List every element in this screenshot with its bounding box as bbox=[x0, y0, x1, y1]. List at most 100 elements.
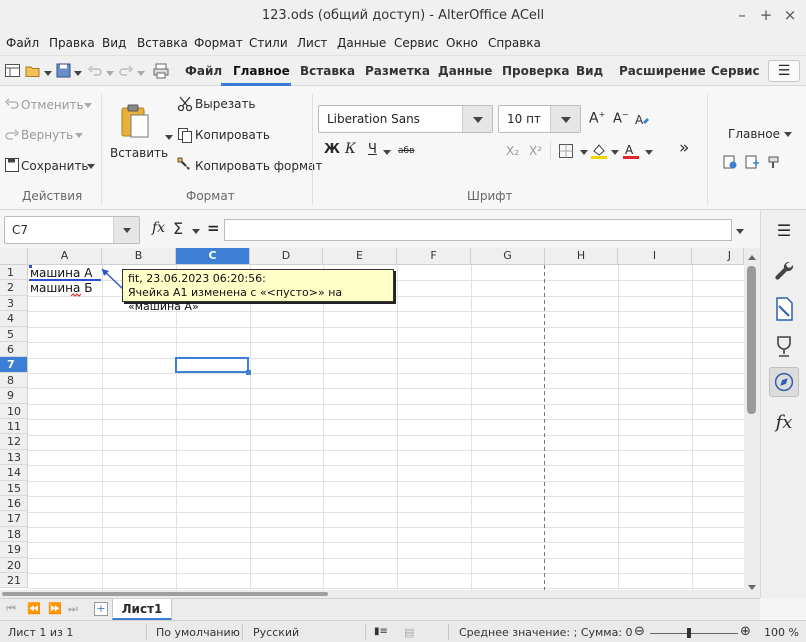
zoom-out-icon[interactable]: ⊖ bbox=[634, 624, 645, 639]
status-page-style[interactable]: По умолчанию bbox=[156, 626, 240, 639]
strikethrough-button[interactable]: абв bbox=[398, 146, 414, 156]
borders-icon[interactable] bbox=[558, 143, 574, 159]
page-style-icon[interactable] bbox=[769, 294, 799, 324]
underline-button[interactable]: Ч bbox=[368, 142, 377, 157]
bold-button[interactable]: Ж bbox=[324, 142, 340, 157]
undo-icon[interactable] bbox=[86, 62, 104, 80]
tab-data[interactable]: Данные bbox=[438, 64, 492, 78]
superscript-button[interactable]: X² bbox=[529, 144, 542, 158]
fill-handle[interactable] bbox=[246, 369, 251, 375]
prev-sheet-icon[interactable]: ⏪ bbox=[27, 602, 41, 615]
zoom-slider[interactable] bbox=[650, 633, 738, 634]
menu-format[interactable]: Формат bbox=[194, 36, 243, 50]
gallery-trophy-icon[interactable] bbox=[769, 332, 799, 362]
new-style-icon[interactable] bbox=[744, 154, 760, 170]
tab-tools[interactable]: Сервис bbox=[711, 64, 760, 78]
tab-view[interactable]: Вид bbox=[576, 64, 603, 78]
font-size-dropdown-icon[interactable] bbox=[550, 106, 580, 132]
sidebar-menu-icon[interactable]: ☰ bbox=[769, 216, 799, 246]
sum-icon[interactable]: Σ bbox=[173, 219, 183, 238]
cell-a2[interactable]: машина Б bbox=[30, 281, 92, 295]
fill-format-icon[interactable] bbox=[766, 154, 782, 170]
row-header[interactable]: 15 bbox=[0, 480, 28, 496]
row-header[interactable]: 11 bbox=[0, 419, 28, 435]
print-icon[interactable] bbox=[152, 62, 170, 80]
redo-icon[interactable] bbox=[117, 62, 135, 80]
add-sheet-button[interactable]: + bbox=[94, 602, 108, 616]
shrink-font-icon[interactable]: A− bbox=[613, 110, 629, 126]
selection-mode-icon[interactable]: ▮≡ bbox=[374, 626, 388, 637]
tab-insert[interactable]: Вставка bbox=[300, 64, 355, 78]
open-dropdown-icon[interactable] bbox=[44, 71, 52, 76]
menu-data[interactable]: Данные bbox=[337, 36, 386, 50]
row-header[interactable]: 20 bbox=[0, 557, 28, 573]
clear-format-icon[interactable]: A bbox=[634, 112, 650, 128]
menu-edit[interactable]: Правка bbox=[49, 36, 95, 50]
row-header[interactable]: 3 bbox=[0, 295, 28, 312]
save-dropdown-icon[interactable] bbox=[74, 71, 82, 76]
row-header[interactable]: 4 bbox=[0, 311, 28, 327]
row-header[interactable]: 10 bbox=[0, 403, 28, 419]
style-update-icon[interactable] bbox=[722, 154, 738, 170]
last-sheet-icon[interactable]: ⏭ bbox=[68, 602, 78, 616]
row-header[interactable]: 12 bbox=[0, 434, 28, 450]
zoom-slider-thumb[interactable] bbox=[687, 628, 691, 638]
tab-review[interactable]: Проверка bbox=[502, 64, 569, 78]
row-header[interactable]: 6 bbox=[0, 342, 28, 358]
redo-dropdown-icon[interactable] bbox=[137, 71, 145, 76]
font-color-icon[interactable]: A bbox=[622, 142, 640, 160]
scroll-up-icon[interactable] bbox=[748, 251, 756, 263]
navigator-button[interactable] bbox=[769, 367, 799, 397]
zoom-in-icon[interactable]: ⊕ bbox=[740, 624, 751, 639]
name-box[interactable]: C7 bbox=[4, 216, 140, 244]
sum-menu-icon[interactable] bbox=[192, 229, 200, 234]
menu-styles[interactable]: Стили bbox=[249, 36, 288, 50]
row-header[interactable]: 16 bbox=[0, 496, 28, 512]
selected-cell-c7[interactable] bbox=[175, 356, 249, 373]
sidebar-toggle-icon[interactable] bbox=[4, 62, 22, 80]
row-header[interactable]: 13 bbox=[0, 449, 28, 466]
row-header[interactable]: 19 bbox=[0, 542, 28, 558]
row-header-selected[interactable]: 7 bbox=[0, 357, 28, 373]
row-header[interactable]: 9 bbox=[0, 388, 28, 404]
font-size-combo[interactable]: 10 пт bbox=[498, 105, 581, 133]
row-header[interactable]: 21 bbox=[0, 573, 28, 589]
italic-button[interactable]: К bbox=[345, 141, 356, 157]
more-options-button[interactable]: » bbox=[679, 138, 689, 158]
menu-view[interactable]: Вид bbox=[102, 36, 126, 50]
row-header[interactable]: 5 bbox=[0, 326, 28, 342]
subscript-button[interactable]: X₂ bbox=[506, 144, 519, 158]
open-folder-icon[interactable] bbox=[24, 62, 42, 80]
scroll-down-icon[interactable] bbox=[748, 582, 756, 594]
row-header[interactable]: 14 bbox=[0, 465, 28, 481]
underline-menu-icon[interactable] bbox=[383, 150, 391, 155]
tab-file[interactable]: Файл bbox=[185, 64, 222, 78]
menu-window[interactable]: Окно bbox=[446, 36, 478, 50]
vertical-scrollbar[interactable] bbox=[744, 248, 760, 598]
horizontal-scrollbar[interactable] bbox=[0, 590, 744, 598]
font-name-combo[interactable]: Liberation Sans bbox=[318, 105, 493, 133]
menu-file[interactable]: Файл bbox=[6, 36, 39, 50]
maximize-button[interactable]: + bbox=[757, 6, 775, 24]
close-button[interactable]: × bbox=[781, 6, 799, 24]
menu-sheet[interactable]: Лист bbox=[297, 36, 327, 50]
formula-expand-icon[interactable] bbox=[736, 229, 744, 234]
font-name-dropdown-icon[interactable] bbox=[462, 106, 492, 132]
properties-wrench-icon[interactable] bbox=[769, 256, 799, 286]
formula-icon[interactable]: = bbox=[207, 219, 220, 237]
menu-insert[interactable]: Вставка bbox=[137, 36, 188, 50]
minimize-button[interactable]: – bbox=[733, 6, 751, 24]
row-header[interactable]: 17 bbox=[0, 511, 28, 527]
name-box-dropdown-icon[interactable] bbox=[113, 217, 139, 243]
cell-a1[interactable]: машина А bbox=[30, 266, 92, 280]
status-language[interactable]: Русский bbox=[253, 626, 299, 639]
zoom-level[interactable]: 100 % bbox=[764, 626, 799, 639]
first-sheet-icon[interactable]: ⏮ bbox=[6, 602, 16, 616]
grow-font-icon[interactable]: A+ bbox=[589, 110, 605, 127]
row-header[interactable]: 8 bbox=[0, 372, 28, 389]
row-header[interactable]: 1 bbox=[0, 265, 28, 281]
formula-input[interactable] bbox=[224, 219, 732, 241]
function-wizard-icon[interactable]: fx bbox=[152, 220, 165, 236]
row-header[interactable]: 2 bbox=[0, 280, 28, 296]
tab-layout[interactable]: Разметка bbox=[365, 64, 430, 78]
